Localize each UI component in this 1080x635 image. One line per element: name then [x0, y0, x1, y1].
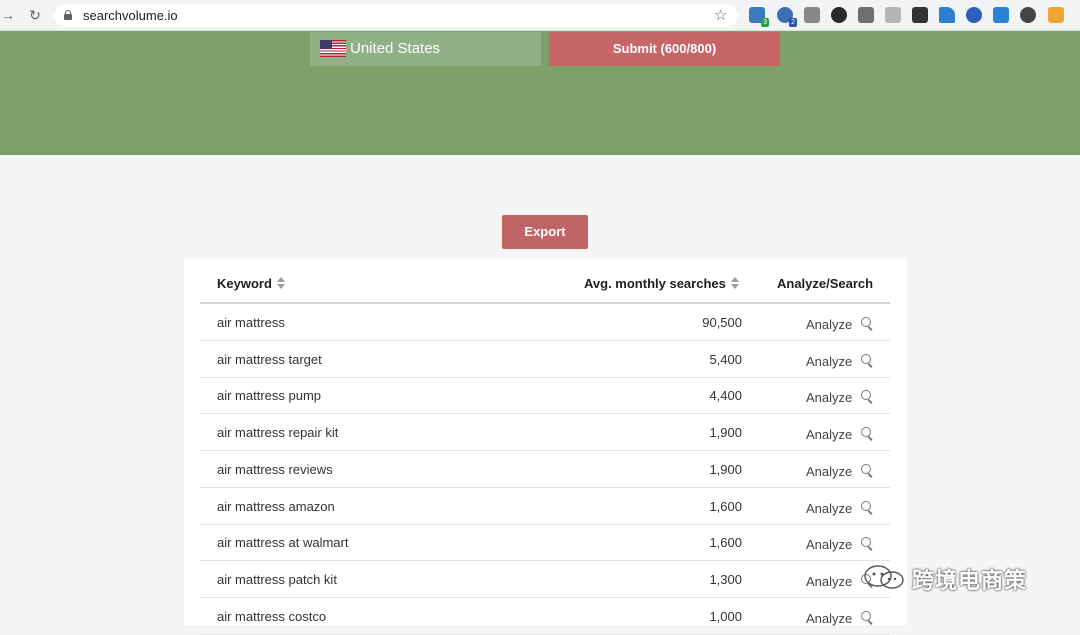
table-row: air mattress pump 4,400 Analyze — [200, 377, 890, 415]
analyze-column-header: Analyze/Search — [777, 276, 874, 291]
table-row: air mattress at walmart 1,600 Analyze — [200, 524, 890, 562]
search-icon[interactable] — [861, 610, 874, 625]
keyword-column-header[interactable]: Keyword — [217, 276, 285, 291]
country-select[interactable]: United States — [310, 32, 541, 66]
analyze-link[interactable]: Analyze — [806, 427, 852, 442]
analyze-link[interactable]: Analyze — [806, 354, 852, 369]
extension-bird-icon[interactable] — [939, 7, 955, 23]
wechat-logo-icon — [864, 565, 904, 589]
volume-cell: 1,900 — [709, 461, 742, 477]
keyword-cell: air mattress at walmart — [217, 535, 349, 551]
keyword-cell: air mattress costco — [217, 608, 327, 624]
watermark: 跨境电商策 — [862, 562, 1052, 593]
table-row: air mattress reviews 1,900 Analyze — [200, 451, 890, 488]
table-row: air mattress amazon 1,600 Analyze — [200, 488, 890, 525]
extension-m-icon[interactable] — [912, 7, 928, 23]
volume-cell: 5,400 — [709, 351, 742, 367]
analyze-link[interactable]: Analyze — [806, 390, 852, 405]
search-icon[interactable] — [861, 353, 874, 368]
analyze-link[interactable]: Analyze — [806, 317, 852, 332]
analyze-link[interactable]: Analyze — [806, 611, 852, 626]
search-icon[interactable] — [861, 500, 874, 515]
search-form-banner: United States Submit (600/800) — [0, 31, 1080, 155]
volume-cell: 90,500 — [702, 315, 742, 330]
volume-cell: 1,300 — [709, 571, 742, 587]
extension-grid-icon[interactable] — [1048, 7, 1064, 23]
country-label: United States — [350, 40, 441, 57]
extension-k-icon[interactable] — [831, 7, 847, 23]
search-icon[interactable] — [861, 537, 874, 551]
analyze-link[interactable]: Analyze — [806, 501, 852, 516]
extension-download-icon[interactable] — [993, 7, 1009, 23]
keyword-cell: air mattress — [217, 315, 285, 330]
url-text: searchvolume.io — [83, 8, 178, 23]
extension-checkmark-icon[interactable] — [966, 7, 982, 23]
keyword-cell: air mattress repair kit — [217, 425, 339, 441]
extension-copy-icon[interactable] — [804, 7, 820, 23]
keyword-cell: air mattress reviews — [217, 461, 333, 477]
browser-toolbar: → ↻ searchvolume.io ☆ 3 2 — [0, 0, 1080, 31]
sort-icon[interactable] — [730, 277, 739, 289]
table-row: air mattress costco 1,000 Analyze — [200, 598, 890, 635]
table-row: air mattress repair kit 1,900 Analyze — [200, 414, 890, 452]
us-flag-icon — [320, 40, 346, 57]
watermark-text: 跨境电商策 — [912, 568, 1028, 593]
lock-icon — [64, 10, 72, 20]
volume-cell: 4,400 — [709, 388, 742, 404]
export-button[interactable]: Export — [502, 215, 588, 249]
submit-button[interactable]: Submit (600/800) — [549, 32, 780, 66]
sort-icon[interactable] — [276, 277, 285, 289]
table-row: air mattress target 5,400 Analyze — [200, 341, 890, 378]
search-icon[interactable] — [861, 317, 874, 331]
keyword-cell: air mattress pump — [217, 388, 322, 404]
reload-icon[interactable]: ↻ — [27, 7, 43, 23]
keyword-cell: air mattress target — [217, 351, 322, 367]
bookmark-star-icon[interactable]: ☆ — [714, 6, 727, 24]
extension-page-icon[interactable] — [885, 7, 901, 23]
search-icon[interactable] — [861, 390, 874, 405]
extension-check-icon[interactable]: 2 — [777, 7, 797, 27]
search-icon[interactable] — [861, 427, 874, 441]
volume-cell: 1,600 — [709, 535, 742, 551]
volume-cell: 1,900 — [709, 425, 742, 441]
table-row: air mattress patch kit 1,300 Analyze — [200, 561, 890, 598]
table-header: Keyword Avg. monthly searches Analyze/Se… — [200, 259, 890, 304]
results-table: Keyword Avg. monthly searches Analyze/Se… — [184, 259, 907, 635]
volume-cell: 1,000 — [709, 608, 742, 624]
analyze-link[interactable]: Analyze — [806, 464, 852, 479]
analyze-link[interactable]: Analyze — [806, 537, 852, 552]
table-row: air mattress 90,500 Analyze — [200, 304, 890, 341]
extension-dots-icon[interactable] — [1020, 7, 1036, 23]
forward-icon[interactable]: → — [0, 7, 16, 23]
volume-cell: 1,600 — [709, 498, 742, 514]
extension-code-icon[interactable]: 3 — [749, 7, 769, 27]
volume-column-header[interactable]: Avg. monthly searches — [584, 276, 739, 291]
keyword-cell: air mattress amazon — [217, 498, 335, 514]
search-icon[interactable] — [861, 463, 874, 478]
address-bar[interactable]: searchvolume.io ☆ — [54, 4, 738, 27]
analyze-link[interactable]: Analyze — [806, 574, 852, 589]
keyword-cell: air mattress patch kit — [217, 571, 337, 587]
extension-expand-icon[interactable] — [858, 7, 874, 23]
